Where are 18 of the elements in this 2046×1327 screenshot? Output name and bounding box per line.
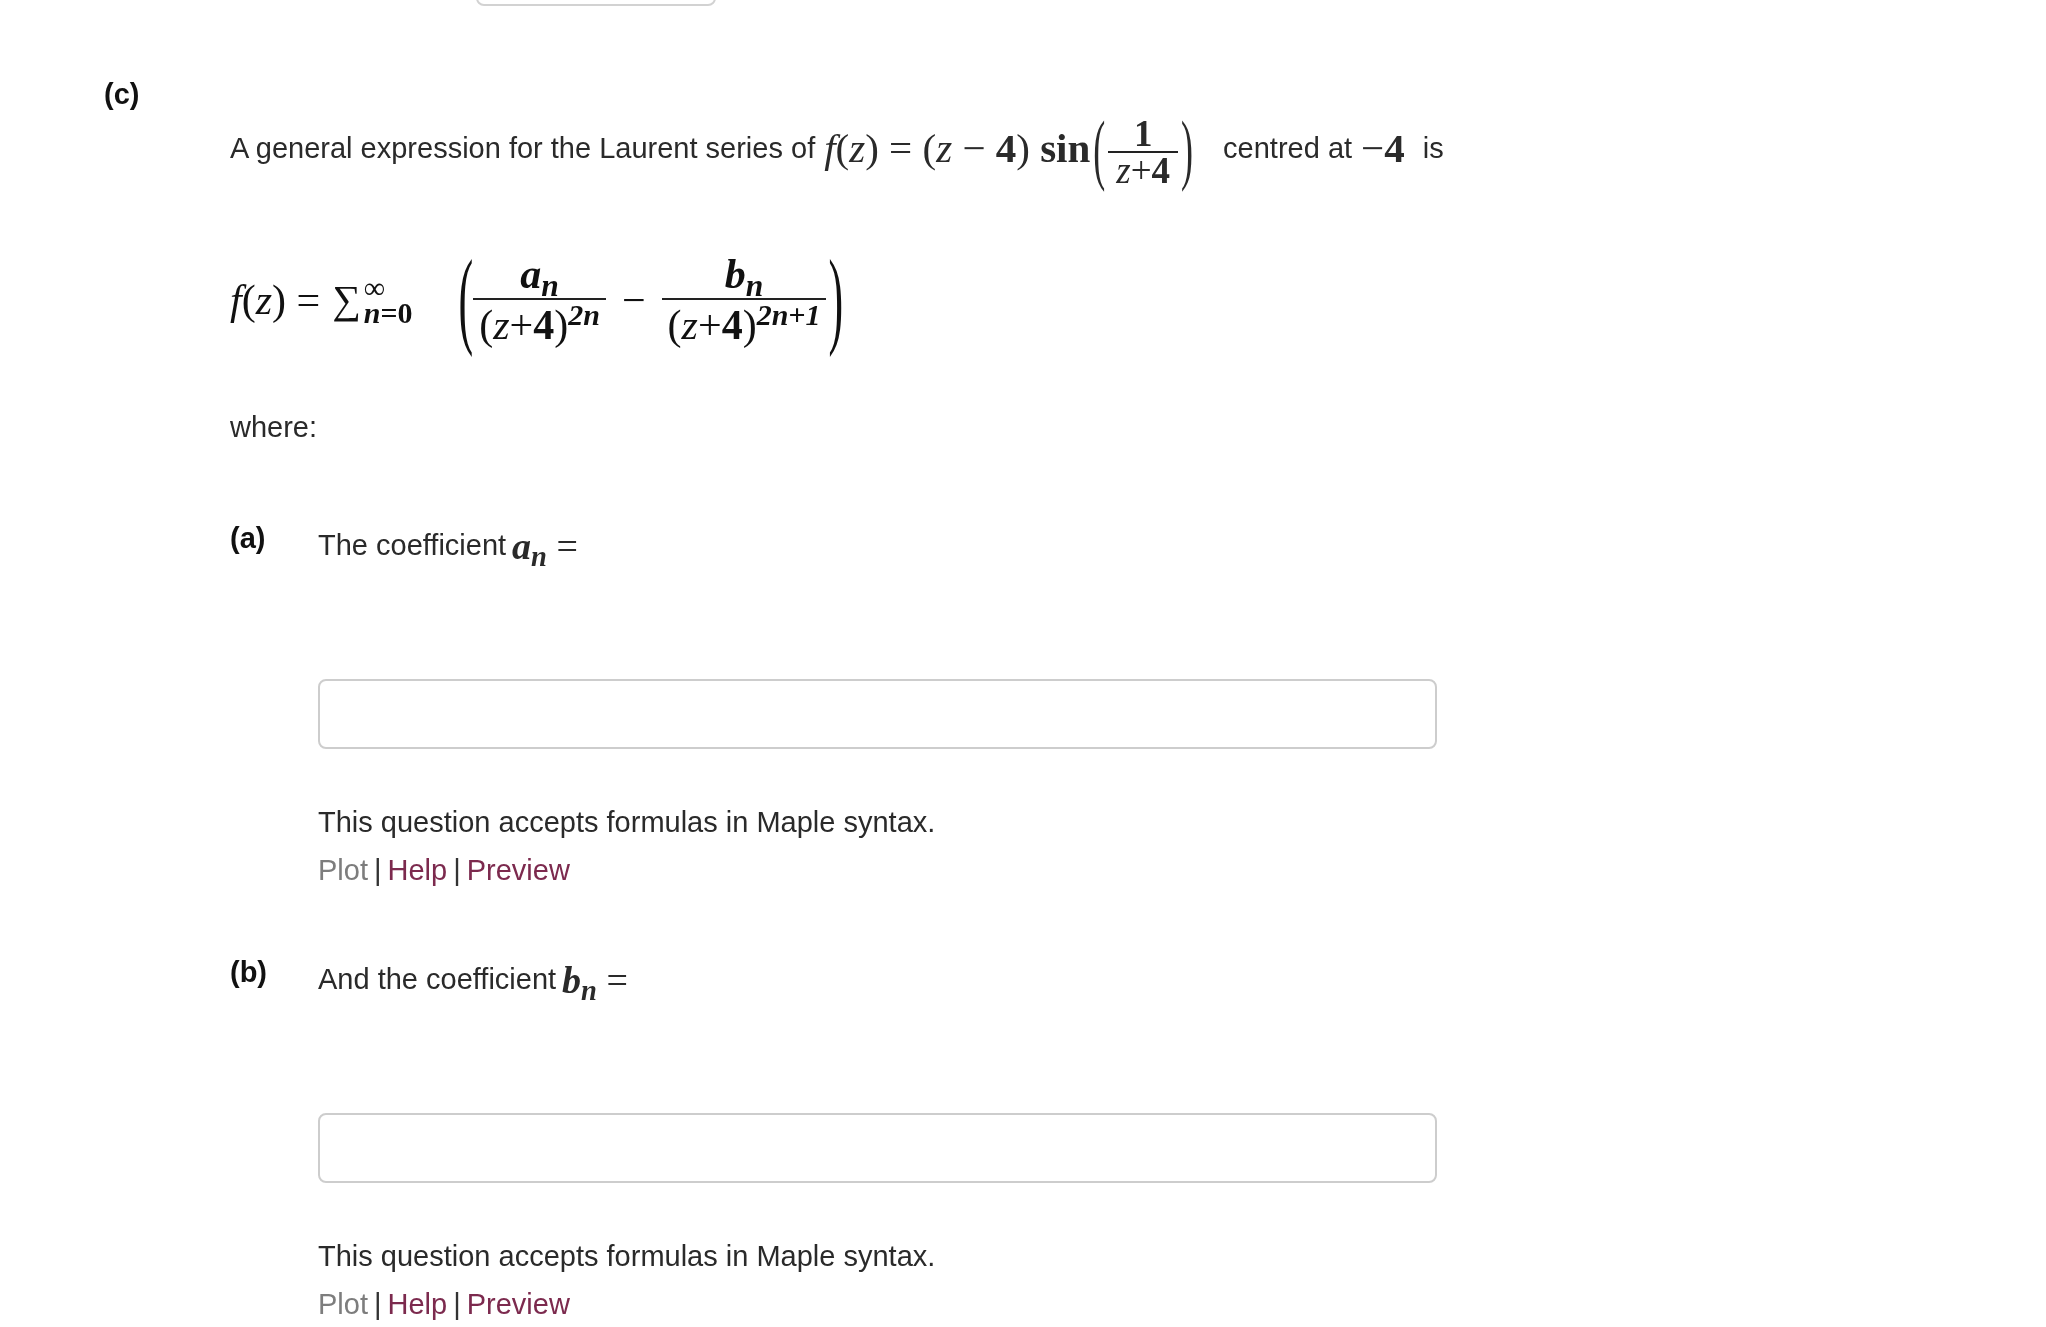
link[interactable]: Help: [387, 1287, 448, 1321]
link[interactable]: Preview: [466, 853, 570, 887]
link-separator: |: [374, 853, 382, 887]
part-label: (b): [230, 955, 268, 989]
hint-text: This question accepts formulas in Maple syntax.: [318, 1239, 936, 1273]
hint-text: This question accepts formulas in Maple syntax.: [318, 805, 936, 839]
answer-field[interactable]: [318, 679, 1437, 749]
part-label: (a): [230, 521, 266, 555]
body-text: where:: [230, 410, 318, 444]
link[interactable]: Help: [387, 853, 448, 887]
link-separator: |: [453, 1287, 461, 1321]
prompt-text: And the coefficient b$_{n}$ =: [318, 959, 628, 1001]
section-label: (c): [104, 77, 140, 111]
prompt-text: The coefficient a$_{n}$ =: [318, 525, 578, 567]
link-separator: |: [453, 853, 461, 887]
answer-field[interactable]: [318, 1113, 1437, 1183]
link-separator: |: [374, 1287, 382, 1321]
link[interactable]: Preview: [466, 1287, 570, 1321]
